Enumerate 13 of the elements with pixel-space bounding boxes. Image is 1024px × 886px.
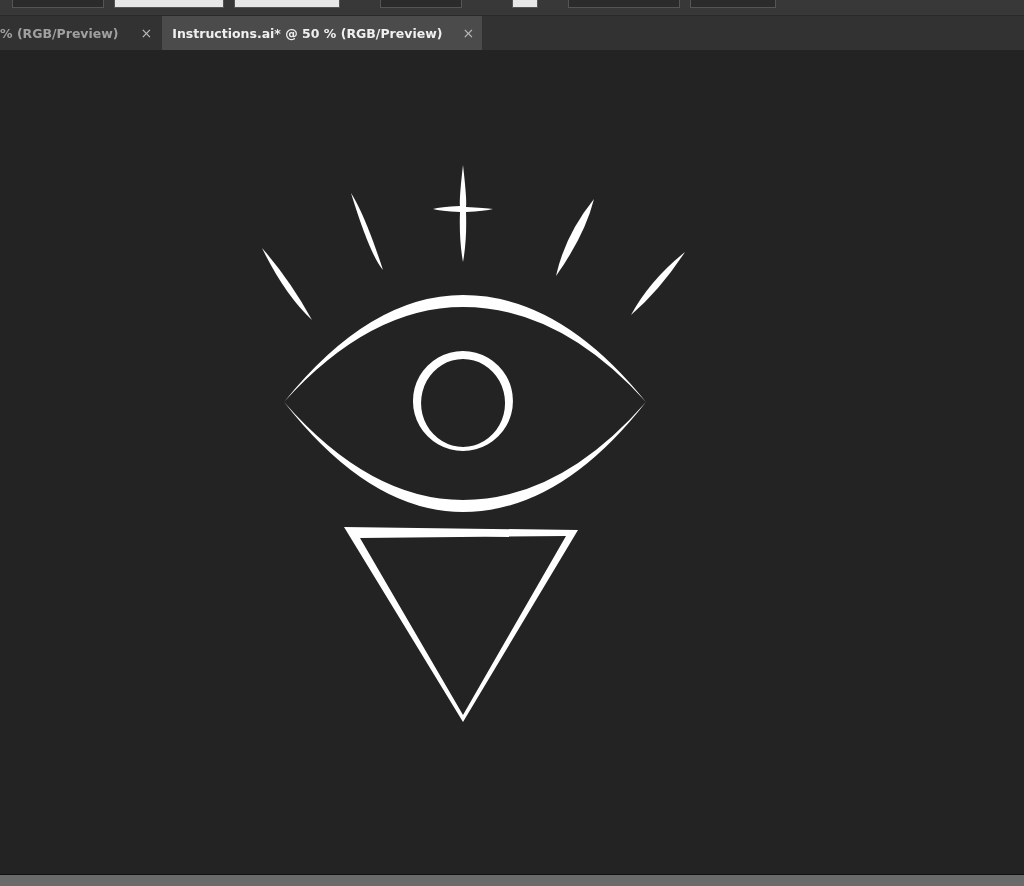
toolbar-swatch[interactable] <box>512 0 538 8</box>
document-tab[interactable]: % (RGB/Preview) × <box>0 16 163 50</box>
toolbar-swatch[interactable] <box>114 0 224 8</box>
close-icon[interactable]: × <box>140 25 153 41</box>
tab-title: % (RGB/Preview) <box>0 25 119 41</box>
toolbar-field[interactable] <box>690 0 776 8</box>
toolbar-field[interactable] <box>12 0 104 8</box>
toolbar-field[interactable] <box>380 0 462 8</box>
tab-title: Instructions.ai* @ 50 % (RGB/Preview) <box>172 25 443 41</box>
toolbar-field[interactable] <box>234 0 340 8</box>
close-icon[interactable]: × <box>462 25 475 41</box>
document-tab[interactable]: Instructions.ai* @ 50 % (RGB/Preview) × <box>162 16 483 50</box>
toolbar-field[interactable] <box>568 0 680 8</box>
